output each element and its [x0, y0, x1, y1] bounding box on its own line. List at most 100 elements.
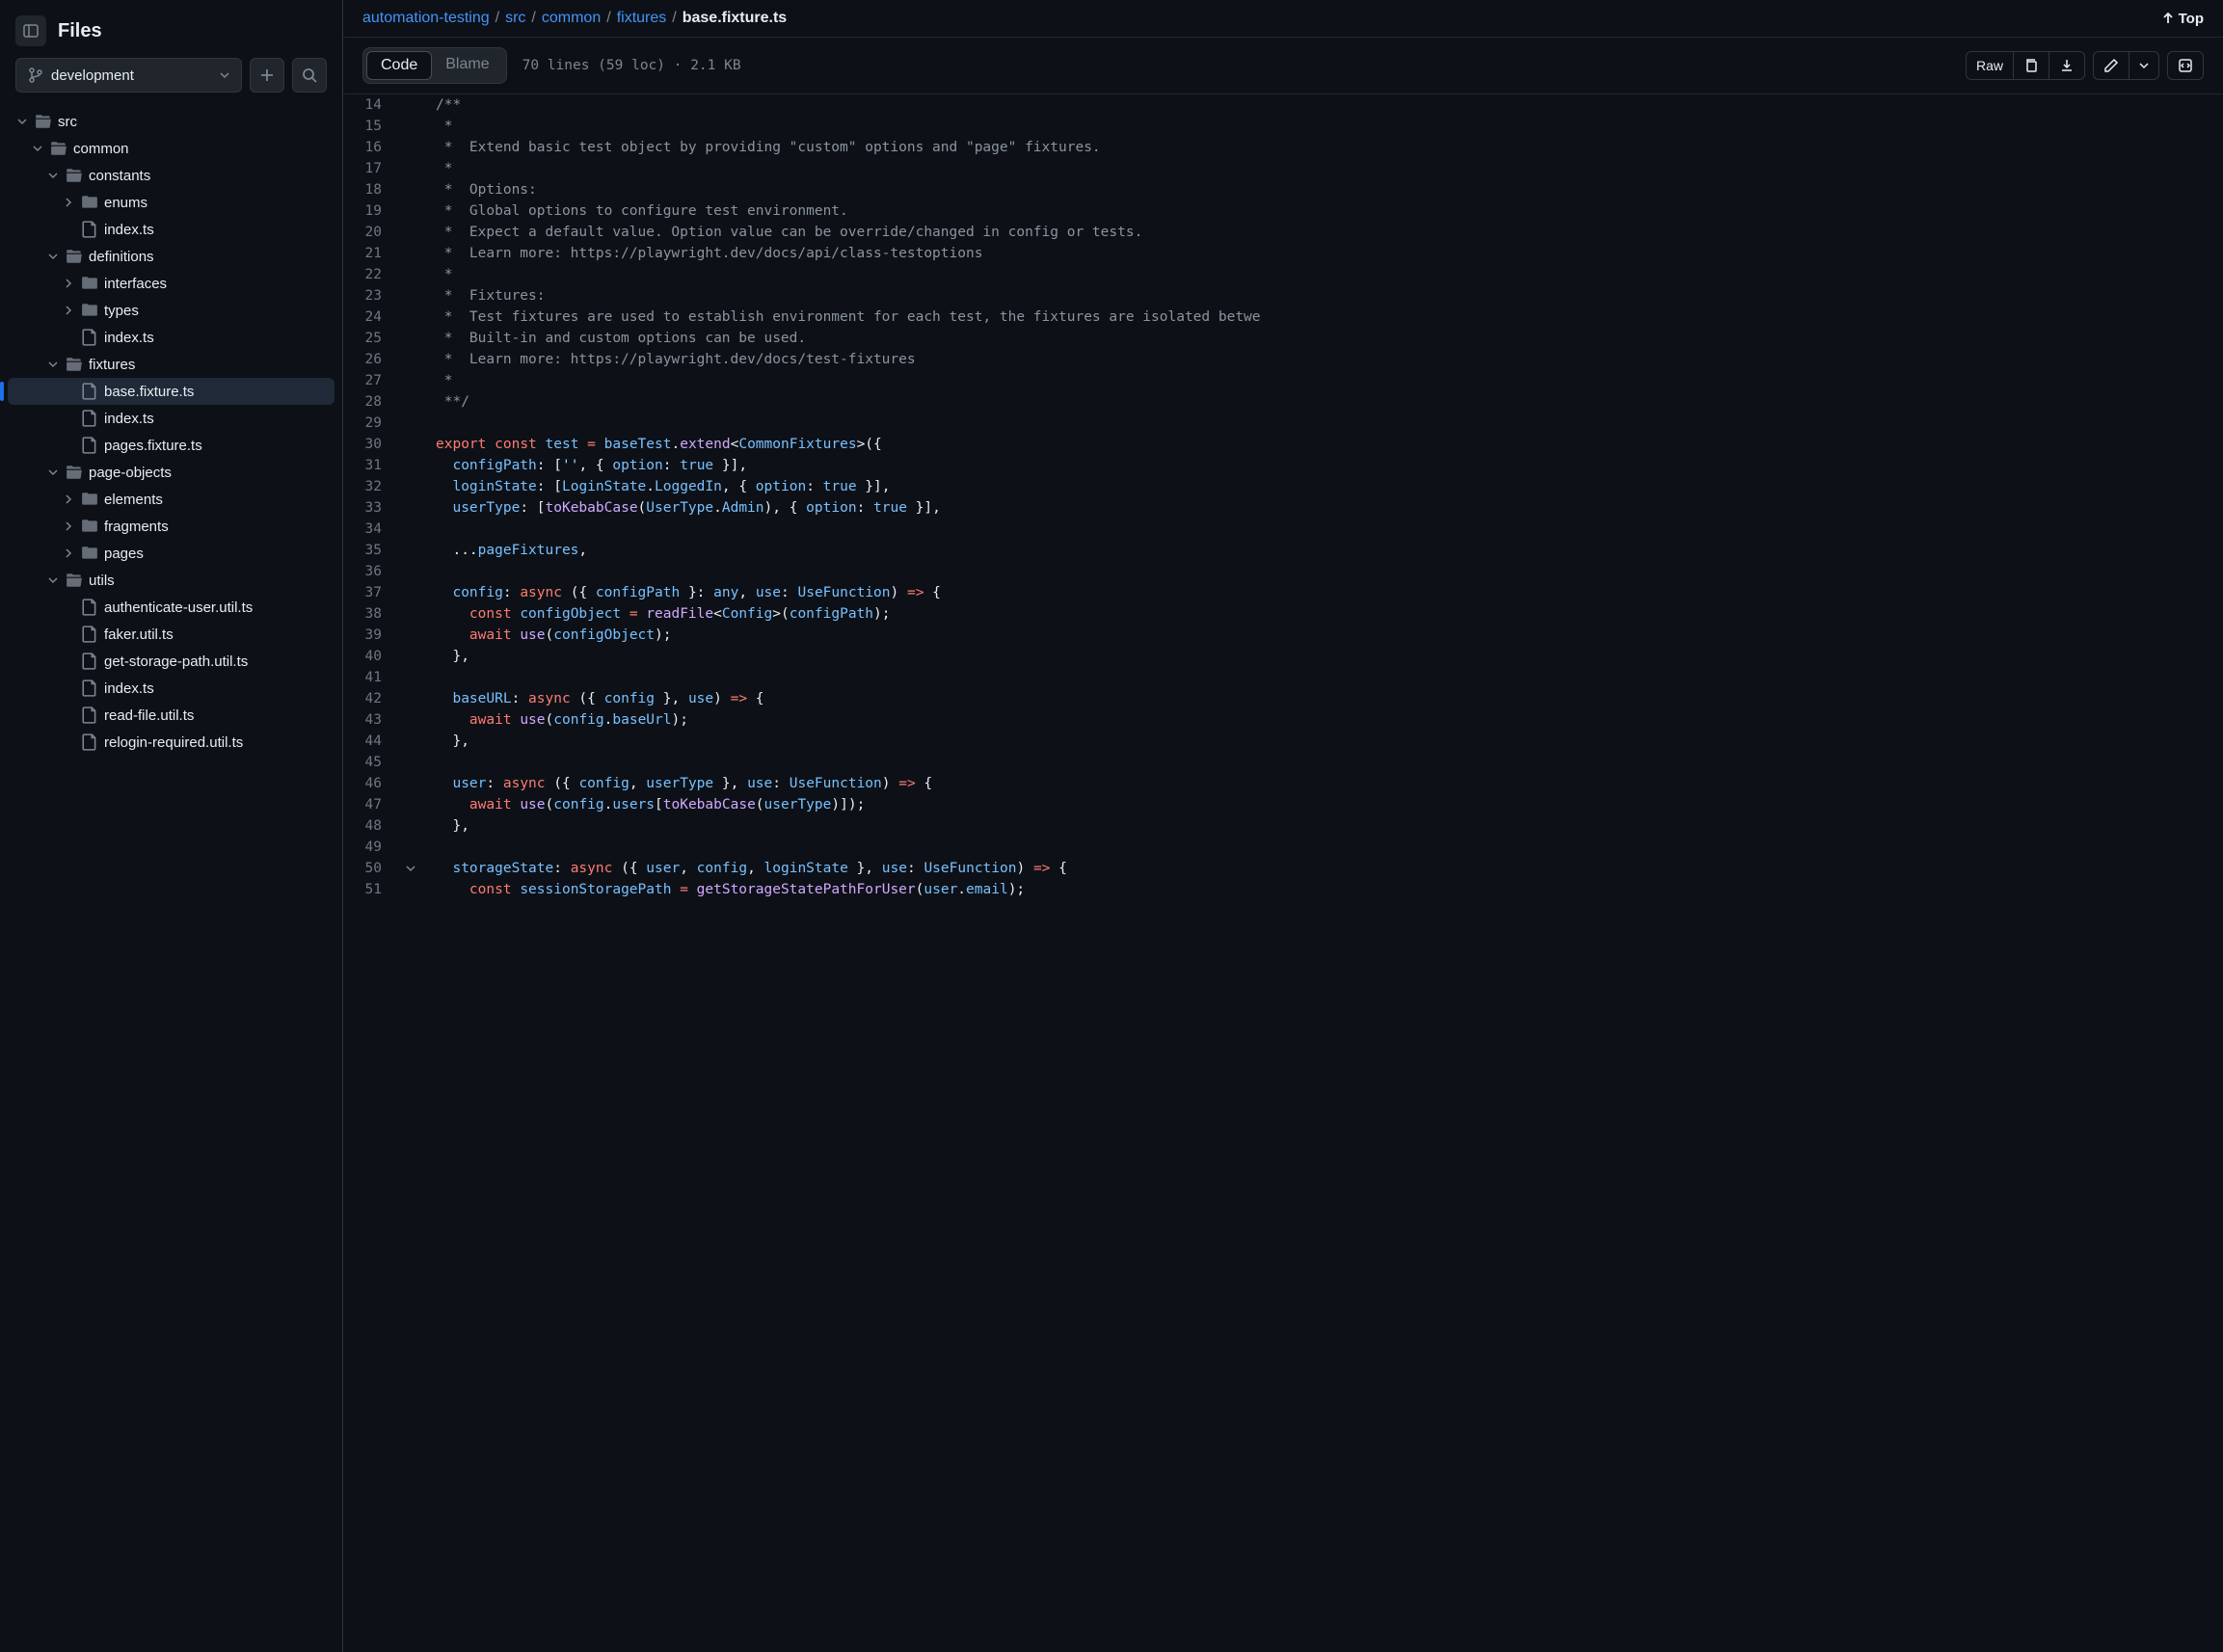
fold-gutter [401, 752, 420, 773]
code-line[interactable]: 45 [343, 752, 2223, 773]
add-file-button[interactable] [250, 58, 284, 93]
fold-gutter [401, 646, 420, 667]
tree-file[interactable]: base.fixture.ts [8, 378, 335, 405]
tree-item-label: utils [89, 573, 115, 589]
fold-gutter [401, 116, 420, 137]
code-line[interactable]: 38 const configObject = readFile<Config>… [343, 603, 2223, 625]
scroll-to-top-button[interactable]: Top [2161, 11, 2204, 27]
code-line[interactable]: 25 * Built-in and custom options can be … [343, 328, 2223, 349]
tree-file[interactable]: index.ts [8, 405, 335, 432]
code-line[interactable]: 21 * Learn more: https://playwright.dev/… [343, 243, 2223, 264]
code-line[interactable]: 31 configPath: ['', { option: true }], [343, 455, 2223, 476]
arrow-up-icon [2161, 12, 2175, 25]
code-line[interactable]: 29 [343, 413, 2223, 434]
code-line[interactable]: 44 }, [343, 731, 2223, 752]
code-viewer[interactable]: 14/**15 *16 * Extend basic test object b… [343, 94, 2223, 1652]
code-line[interactable]: 49 [343, 837, 2223, 858]
tree-folder[interactable]: enums [8, 189, 335, 216]
code-line[interactable]: 50 storageState: async ({ user, config, … [343, 858, 2223, 879]
code-line[interactable]: 43 await use(config.baseUrl); [343, 709, 2223, 731]
code-line[interactable]: 36 [343, 561, 2223, 582]
panel-toggle-icon[interactable] [15, 15, 46, 46]
tree-file[interactable]: index.ts [8, 675, 335, 702]
code-line[interactable]: 23 * Fixtures: [343, 285, 2223, 306]
breadcrumb-link[interactable]: automation-testing [362, 10, 490, 27]
line-content: * [420, 158, 452, 179]
tree-folder[interactable]: types [8, 297, 335, 324]
code-line[interactable]: 14/** [343, 94, 2223, 116]
fold-gutter [401, 794, 420, 815]
code-line[interactable]: 40 }, [343, 646, 2223, 667]
line-number: 33 [343, 497, 401, 519]
code-line[interactable]: 27 * [343, 370, 2223, 391]
line-content: await use(config.baseUrl); [420, 709, 688, 731]
tree-folder[interactable]: pages [8, 540, 335, 567]
code-line[interactable]: 26 * Learn more: https://playwright.dev/… [343, 349, 2223, 370]
search-button[interactable] [292, 58, 327, 93]
tree-folder[interactable]: common [8, 135, 335, 162]
fold-gutter[interactable] [401, 858, 420, 879]
tree-item-label: base.fixture.ts [104, 384, 194, 400]
raw-button[interactable]: Raw [1967, 52, 2014, 79]
tree-file[interactable]: faker.util.ts [8, 621, 335, 648]
tree-folder[interactable]: constants [8, 162, 335, 189]
code-line[interactable]: 34 [343, 519, 2223, 540]
code-line[interactable]: 39 await use(configObject); [343, 625, 2223, 646]
code-line[interactable]: 35 ...pageFixtures, [343, 540, 2223, 561]
line-content: userType: [toKebabCase(UserType.Admin), … [420, 497, 941, 519]
line-content: const configObject = readFile<Config>(co… [420, 603, 891, 625]
tree-folder[interactable]: interfaces [8, 270, 335, 297]
code-line[interactable]: 47 await use(config.users[toKebabCase(us… [343, 794, 2223, 815]
code-line[interactable]: 15 * [343, 116, 2223, 137]
breadcrumb-link[interactable]: common [542, 10, 601, 27]
code-line[interactable]: 16 * Extend basic test object by providi… [343, 137, 2223, 158]
code-line[interactable]: 32 loginState: [LoginState.LoggedIn, { o… [343, 476, 2223, 497]
code-line[interactable]: 33 userType: [toKebabCase(UserType.Admin… [343, 497, 2223, 519]
code-line[interactable]: 17 * [343, 158, 2223, 179]
tree-file[interactable]: index.ts [8, 216, 335, 243]
code-line[interactable]: 37 config: async ({ configPath }: any, u… [343, 582, 2223, 603]
tree-folder[interactable]: definitions [8, 243, 335, 270]
breadcrumb-link[interactable]: src [505, 10, 525, 27]
code-line[interactable]: 19 * Global options to configure test en… [343, 200, 2223, 222]
view-tabs: Code Blame [362, 47, 507, 84]
code-line[interactable]: 24 * Test fixtures are used to establish… [343, 306, 2223, 328]
edit-button[interactable] [2094, 52, 2129, 79]
tab-blame[interactable]: Blame [432, 51, 502, 80]
tree-file[interactable]: get-storage-path.util.ts [8, 648, 335, 675]
tree-file[interactable]: authenticate-user.util.ts [8, 594, 335, 621]
code-line[interactable]: 46 user: async ({ config, userType }, us… [343, 773, 2223, 794]
code-line[interactable]: 48 }, [343, 815, 2223, 837]
line-number: 48 [343, 815, 401, 837]
fold-gutter [401, 497, 420, 519]
breadcrumb-link[interactable]: fixtures [617, 10, 667, 27]
code-line[interactable]: 30export const test = baseTest.extend<Co… [343, 434, 2223, 455]
file-tree[interactable]: srccommonconstantsenumsindex.tsdefinitio… [0, 104, 342, 1652]
symbols-button[interactable] [2168, 52, 2203, 79]
tree-file[interactable]: read-file.util.ts [8, 702, 335, 729]
tree-folder[interactable]: elements [8, 486, 335, 513]
copy-button[interactable] [2014, 52, 2049, 79]
edit-dropdown-button[interactable] [2129, 52, 2158, 79]
action-buttons: Raw [1966, 51, 2204, 80]
line-number: 42 [343, 688, 401, 709]
branch-selector[interactable]: development [15, 58, 242, 93]
tree-folder[interactable]: src [8, 108, 335, 135]
download-button[interactable] [2049, 52, 2084, 79]
code-line[interactable]: 18 * Options: [343, 179, 2223, 200]
code-line[interactable]: 51 const sessionStoragePath = getStorage… [343, 879, 2223, 900]
tree-folder[interactable]: fixtures [8, 351, 335, 378]
code-line[interactable]: 42 baseURL: async ({ config }, use) => { [343, 688, 2223, 709]
tree-file[interactable]: pages.fixture.ts [8, 432, 335, 459]
tab-code[interactable]: Code [366, 51, 432, 80]
tree-folder[interactable]: utils [8, 567, 335, 594]
code-square-icon [2178, 58, 2193, 73]
tree-file[interactable]: relogin-required.util.ts [8, 729, 335, 756]
code-line[interactable]: 41 [343, 667, 2223, 688]
code-line[interactable]: 28 **/ [343, 391, 2223, 413]
tree-folder[interactable]: fragments [8, 513, 335, 540]
code-line[interactable]: 20 * Expect a default value. Option valu… [343, 222, 2223, 243]
tree-file[interactable]: index.ts [8, 324, 335, 351]
code-line[interactable]: 22 * [343, 264, 2223, 285]
tree-folder[interactable]: page-objects [8, 459, 335, 486]
